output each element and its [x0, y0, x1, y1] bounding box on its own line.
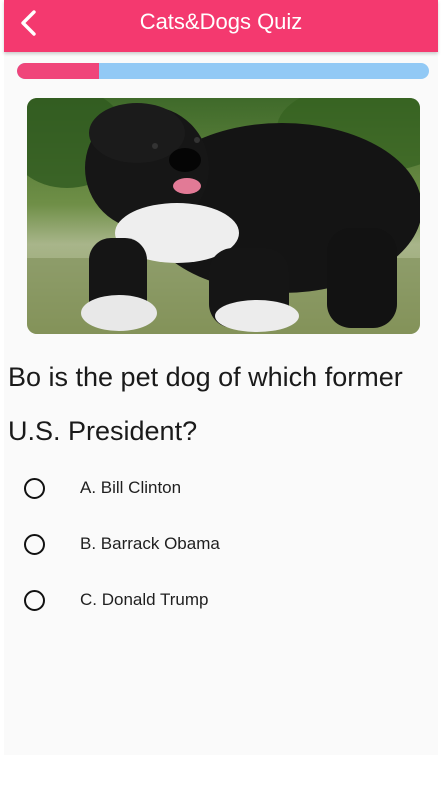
- radio-unchecked-icon[interactable]: [24, 589, 45, 611]
- radio-unchecked-icon[interactable]: [24, 533, 45, 555]
- option-c-label: C. Donald Trump: [80, 590, 209, 609]
- quiz-progress-fill: [17, 63, 100, 79]
- option-b-label: B. Barrack Obama: [80, 534, 220, 553]
- app-bar: Cats&Dogs Quiz: [4, 0, 438, 52]
- page-title: Cats&Dogs Quiz: [139, 9, 303, 34]
- option-a[interactable]: A. Bill Clinton: [20, 468, 420, 508]
- option-a-label: A. Bill Clinton: [80, 478, 182, 497]
- radio-unchecked-icon[interactable]: [24, 477, 45, 499]
- dog-photo: [27, 98, 420, 334]
- question-text: Bo is the pet dog of which former U.S. P…: [8, 362, 403, 446]
- question-image: [27, 98, 420, 334]
- quiz-progress-bar: [17, 63, 429, 79]
- option-c[interactable]: C. Donald Trump: [20, 580, 420, 620]
- option-b[interactable]: B. Barrack Obama: [20, 524, 420, 564]
